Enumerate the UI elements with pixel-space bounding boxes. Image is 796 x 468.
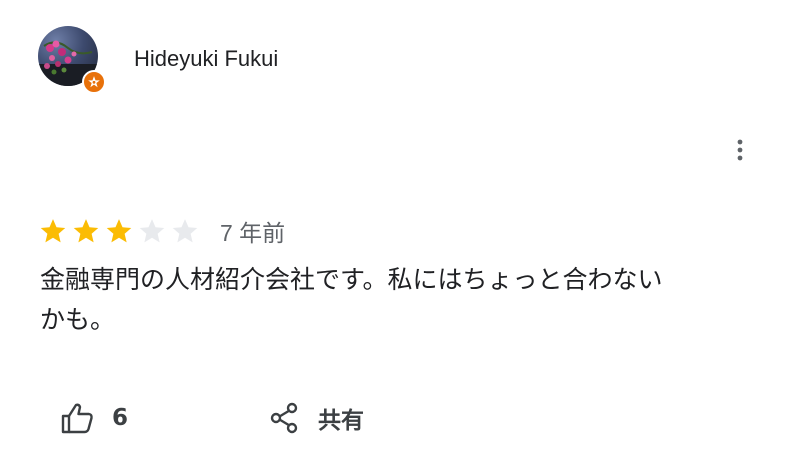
review-text: 金融専門の人材紹介会社です。私にはちょっと合わない かも。 [40,260,760,340]
review-actions: 6 共有 [60,396,364,440]
local-guide-star-icon [88,76,100,88]
more-options-button[interactable] [726,134,754,166]
rating-row: 7 年前 [38,214,285,248]
star-filled-icon [40,219,66,243]
share-icon [270,402,298,434]
avatar[interactable] [38,26,106,94]
local-guide-badge [82,70,106,94]
review-text-line-2: かも。 [40,305,116,334]
share-button[interactable]: 共有 [270,401,364,435]
author-name[interactable]: Hideyuki Fukui [134,46,278,72]
thumb-up-icon [61,403,93,434]
share-label: 共有 [318,408,364,434]
star-filled-icon [106,219,132,243]
review-text-line-1: 金融専門の人材紹介会社です。私にはちょっと合わない [40,265,663,294]
review-date: 7 年前 [220,220,286,246]
like-count: 6 [112,405,129,431]
star-empty-icon [139,219,165,243]
more-vert-icon [737,139,743,161]
like-button[interactable]: 6 [60,402,270,434]
star-filled-icon [73,219,99,243]
star-empty-icon [172,219,198,243]
star-rating [38,216,200,246]
